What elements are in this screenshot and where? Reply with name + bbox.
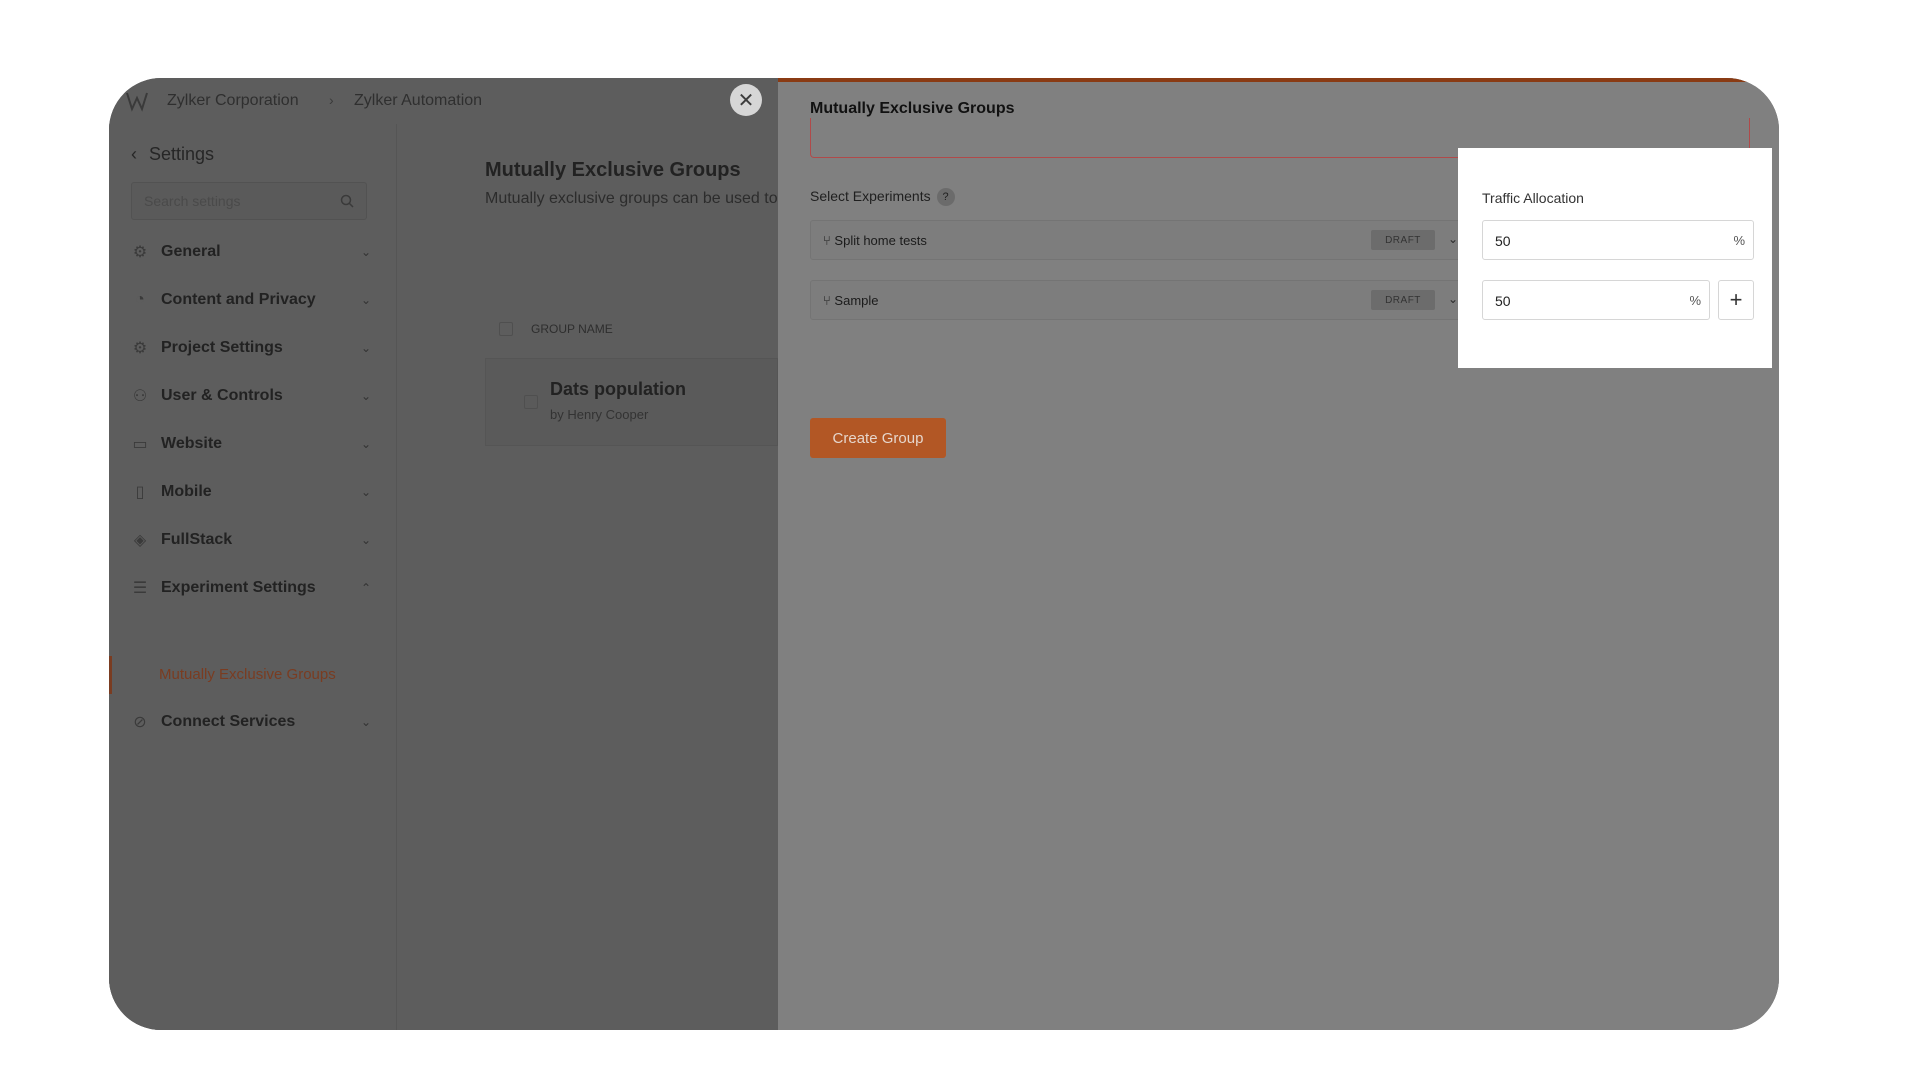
add-experiment-button[interactable]: + <box>1718 280 1754 320</box>
sliders-icon: ☰ <box>132 580 148 597</box>
sidebar-item-mobile[interactable]: ▯ Mobile ⌄ <box>131 478 371 506</box>
top-bar: Zylker Corporation › Zylker Automation ✕ <box>109 78 778 124</box>
main-content: Mutually Exclusive Groups Mutually exclu… <box>397 124 778 1030</box>
breadcrumb-separator: › <box>329 92 334 108</box>
plus-icon: + <box>1729 287 1743 312</box>
sidebar-item-project-settings[interactable]: ⚙ Project Settings ⌄ <box>131 334 371 362</box>
group-name: Dats population <box>550 379 686 399</box>
gear-icon: ⚙ <box>132 244 148 261</box>
experiment-select-1[interactable]: ⑂ Split home tests DRAFT ⌄ <box>810 220 1468 260</box>
traffic-allocation-label: Traffic Allocation <box>1482 190 1584 206</box>
panel-accent-bar <box>778 78 1779 82</box>
experiment-name: ⑂ Sample <box>823 293 879 308</box>
chevron-down-icon: ⌄ <box>360 437 371 451</box>
create-group-button[interactable]: Create Group <box>810 418 946 458</box>
row-checkbox[interactable] <box>524 395 538 409</box>
chevron-down-icon: ⌄ <box>360 389 371 403</box>
sidebar-title: Settings <box>149 144 215 164</box>
active-indicator <box>109 656 112 694</box>
experiment-select-2[interactable]: ⑂ Sample DRAFT ⌄ <box>810 280 1468 320</box>
panel-title: Mutually Exclusive Groups <box>810 100 1015 117</box>
chevron-down-icon: ⌄ <box>360 485 371 499</box>
experiment-name: ⑂ Split home tests <box>823 233 927 248</box>
group-owner: by Henry Cooper <box>550 407 649 422</box>
app-logo-icon <box>126 92 148 112</box>
column-header-group-name: GROUP NAME <box>531 322 613 336</box>
search-placeholder: Search settings <box>144 193 241 209</box>
chevron-down-icon: ⌄ <box>360 341 371 355</box>
search-settings-input[interactable]: Search settings <box>131 182 367 220</box>
close-icon: ✕ <box>737 89 755 112</box>
chevron-down-icon: ⌄ <box>360 245 371 259</box>
sidebar-item-content-privacy[interactable]: ◔ Content and Privacy ⌄ <box>131 286 371 314</box>
chevron-down-icon: ⌄ <box>360 293 371 307</box>
sidebar-item-general[interactable]: ⚙ General ⌄ <box>131 238 371 266</box>
traffic-allocation-input-2[interactable]: 50 % <box>1482 280 1710 320</box>
chevron-down-icon: ⌄ <box>360 533 371 547</box>
status-badge: DRAFT <box>1371 290 1435 310</box>
table-row[interactable]: Dats population by Henry Cooper <box>485 358 778 446</box>
select-all-checkbox[interactable] <box>499 322 513 336</box>
traffic-allocation-highlight: Traffic Allocation 50 % 50 % + <box>1458 148 1772 368</box>
breadcrumb-project[interactable]: Zylker Automation <box>354 92 482 110</box>
mobile-icon: ▯ <box>135 484 145 501</box>
page-title: Mutually Exclusive Groups <box>485 159 741 181</box>
settings-back-link[interactable]: ‹ Settings <box>131 144 214 165</box>
chevron-left-icon: ‹ <box>131 144 137 164</box>
sidebar-item-user-controls[interactable]: ⚇ User & Controls ⌄ <box>131 382 371 410</box>
percent-unit: % <box>1689 293 1701 308</box>
link-icon: ⊘ <box>133 714 147 731</box>
breadcrumb-org[interactable]: Zylker Corporation <box>167 92 299 110</box>
search-icon <box>340 194 354 208</box>
page-description: Mutually exclusive groups can be used to <box>485 190 778 207</box>
settings-app: Zylker Corporation › Zylker Automation ✕… <box>109 78 778 1030</box>
branch-icon: ⑂ <box>823 293 835 308</box>
table-header: GROUP NAME <box>485 314 778 344</box>
sidebar-item-website[interactable]: ▭ Website ⌄ <box>131 430 371 458</box>
chevron-down-icon: ⌄ <box>1447 232 1458 246</box>
help-icon[interactable]: ? <box>936 188 955 207</box>
sidebar-item-experiment-settings[interactable]: ☰ Experiment Settings ⌃ <box>131 574 371 602</box>
privacy-icon: ◔ <box>135 291 145 308</box>
gear-icon: ⚙ <box>132 340 148 357</box>
settings-sidebar: ‹ Settings Search settings ⚙ General ⌄ ◔… <box>109 124 397 1030</box>
browser-icon: ▭ <box>132 436 148 453</box>
percent-unit: % <box>1733 233 1745 248</box>
close-panel-button[interactable]: ✕ <box>730 84 762 116</box>
sidebar-item-connect-services[interactable]: ⊘ Connect Services ⌄ <box>131 708 371 736</box>
traffic-allocation-input-1[interactable]: 50 % <box>1482 220 1754 260</box>
select-experiments-label: Select Experiments? <box>810 188 955 207</box>
user-settings-icon: ⚇ <box>132 388 148 405</box>
traffic-value: 50 <box>1495 233 1511 249</box>
branch-icon: ⑂ <box>823 233 835 248</box>
traffic-value: 50 <box>1495 293 1511 309</box>
status-badge: DRAFT <box>1371 230 1435 250</box>
chevron-down-icon: ⌄ <box>1447 292 1458 306</box>
chevron-up-icon: ⌃ <box>360 581 371 595</box>
sidebar-item-fullstack[interactable]: ◈ FullStack ⌄ <box>131 526 371 554</box>
chevron-down-icon: ⌄ <box>360 715 371 729</box>
layers-icon: ◈ <box>133 532 147 549</box>
sidebar-subitem-mutually-exclusive-groups[interactable]: Mutually Exclusive Groups <box>159 666 336 683</box>
